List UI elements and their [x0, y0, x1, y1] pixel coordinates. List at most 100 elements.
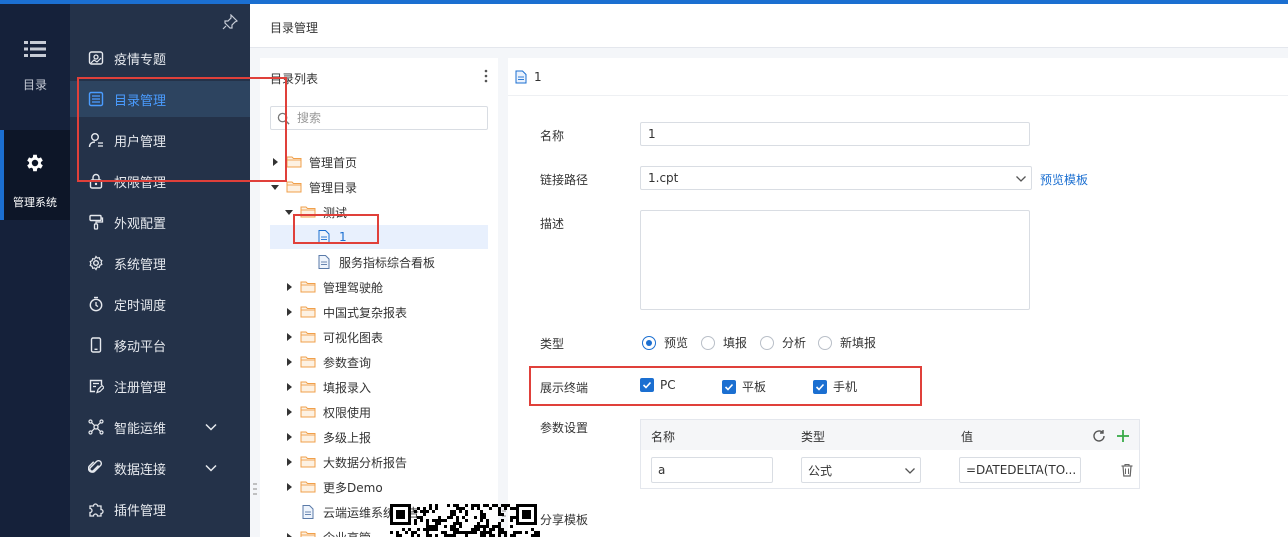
- menu-item-data-connection[interactable]: 数据连接: [70, 450, 250, 486]
- param-name-value: a: [658, 463, 666, 477]
- list-icon: [24, 41, 46, 57]
- share-template-label: 分享模板: [540, 513, 589, 527]
- menu-item-label: 数据连接: [114, 462, 167, 478]
- checkbox-label: 手机: [833, 380, 858, 394]
- tree-item-label: 多级上报: [323, 430, 372, 445]
- caret-right-icon[interactable]: [282, 430, 296, 444]
- tree-search-input[interactable]: [297, 110, 477, 126]
- refresh-icon[interactable]: [1092, 429, 1106, 443]
- caret-right-icon[interactable]: [282, 405, 296, 419]
- tree-item-label: 权限使用: [323, 405, 372, 420]
- menu-item-label: 智能运维: [114, 421, 167, 437]
- menu-item-scheduler[interactable]: 定时调度: [70, 286, 250, 322]
- caret-right-icon[interactable]: [282, 330, 296, 344]
- param-label: 参数设置: [540, 421, 589, 435]
- tree-folder-item[interactable]: 填报录入: [282, 375, 371, 399]
- param-type-value: 公式: [808, 463, 833, 478]
- radio-button: [760, 335, 774, 350]
- menu-item-registration[interactable]: 注册管理: [70, 368, 250, 404]
- caret-right-icon[interactable]: [282, 305, 296, 319]
- trash-icon[interactable]: [1120, 463, 1134, 477]
- param-table-header: 名称 类型 值: [641, 420, 1139, 450]
- tree-folder-item[interactable]: 大数据分析报告: [282, 450, 407, 474]
- caret-down-icon[interactable]: [282, 205, 296, 219]
- catalog-icon: [88, 91, 104, 107]
- preview-template-link[interactable]: 预览模板: [1040, 171, 1088, 188]
- folder-icon: [300, 280, 316, 294]
- type-radio-new-fill[interactable]: 新填报: [818, 334, 876, 351]
- menu-item-epidemic[interactable]: 疫情专题: [70, 40, 250, 76]
- caret-right-icon[interactable]: [282, 455, 296, 469]
- tree-folder-item[interactable]: 测试: [282, 200, 347, 224]
- param-name-input[interactable]: a: [651, 457, 773, 483]
- radio-button: [818, 335, 832, 350]
- menu-item-system[interactable]: 系统管理: [70, 245, 250, 281]
- tree-folder-item[interactable]: 可视化图表: [282, 325, 383, 349]
- path-value: 1.cpt: [648, 171, 679, 185]
- checkbox-label: PC: [660, 378, 676, 392]
- type-radio-preview[interactable]: 预览: [642, 334, 688, 351]
- drag-handle-icon[interactable]: [253, 482, 257, 496]
- menu-item-plugins[interactable]: 插件管理: [70, 491, 250, 527]
- menu-item-ops[interactable]: 智能运维: [70, 409, 250, 445]
- description-textarea[interactable]: [640, 210, 1030, 310]
- menu-item-users[interactable]: 用户管理: [70, 122, 250, 158]
- chevron-down-icon: [1016, 176, 1026, 182]
- tree-folder-item[interactable]: 企业高管: [282, 525, 371, 537]
- caret-right-icon[interactable]: [268, 155, 282, 169]
- radio-button: [701, 335, 715, 350]
- caret-right-icon[interactable]: [282, 280, 296, 294]
- menu-item-mobile[interactable]: 移动平台: [70, 327, 250, 363]
- type-radio-analysis[interactable]: 分析: [760, 334, 806, 351]
- path-select[interactable]: 1.cpt: [640, 166, 1032, 190]
- menu-item-appearance[interactable]: 外观配置: [70, 204, 250, 240]
- menu-item-label: 系统管理: [114, 257, 167, 273]
- tree-folder-item[interactable]: 更多Demo: [282, 475, 383, 499]
- tree-folder-item[interactable]: 多级上报: [282, 425, 371, 449]
- tree-folder-item[interactable]: 参数查询: [282, 350, 371, 374]
- tree-item-label: 参数查询: [323, 355, 372, 370]
- tree-folder-item[interactable]: 中国式复杂报表: [282, 300, 407, 324]
- type-radio-fill[interactable]: 填报: [701, 334, 747, 351]
- tree-folder-item[interactable]: 管理目录: [268, 175, 357, 199]
- tree-file-item[interactable]: 服务指标综合看板: [298, 250, 435, 274]
- pin-icon[interactable]: [222, 14, 238, 30]
- folder-open-icon: [286, 180, 302, 194]
- tree-folder-item[interactable]: 管理首页: [268, 150, 357, 174]
- register-icon: [89, 379, 104, 394]
- add-icon[interactable]: [1116, 429, 1130, 443]
- more-vertical-icon[interactable]: [484, 68, 488, 84]
- tree-item-label: 填报录入: [323, 380, 372, 395]
- terminal-checkbox-tablet[interactable]: 平板: [722, 378, 766, 395]
- tree-folder-item[interactable]: 管理驾驶舱: [282, 275, 383, 299]
- tree-item-label: 测试: [323, 205, 348, 220]
- caret-right-icon[interactable]: [282, 355, 296, 369]
- rail-item-label: 目录: [22, 78, 47, 92]
- tree-item-label: 可视化图表: [323, 330, 384, 345]
- tree-folder-item[interactable]: 权限使用: [282, 400, 371, 424]
- rail-item-management[interactable]: 管理系统: [0, 130, 70, 220]
- folder-open-icon: [300, 205, 316, 219]
- menu-item-catalog[interactable]: 目录管理: [70, 81, 250, 117]
- tree-item-label: 中国式复杂报表: [323, 305, 408, 320]
- rail-item-directory[interactable]: 目录: [0, 40, 70, 110]
- menu-item-label: 用户管理: [114, 134, 167, 150]
- param-type-select[interactable]: 公式: [801, 457, 921, 483]
- detail-panel: 1 名称 1 链接路径 1.cpt 预览模板 描述 类型 预览 填报 分析 新填…: [508, 58, 1288, 537]
- detail-header: 1: [508, 58, 1288, 96]
- caret-right-icon[interactable]: [282, 530, 296, 537]
- caret-down-icon[interactable]: [268, 180, 282, 194]
- terminal-checkbox-pc[interactable]: PC: [640, 378, 676, 392]
- tree-file-item[interactable]: 1: [270, 225, 488, 249]
- menu-item-permissions[interactable]: 权限管理: [70, 163, 250, 199]
- terminal-checkbox-phone[interactable]: 手机: [813, 378, 857, 395]
- caret-right-icon[interactable]: [282, 480, 296, 494]
- param-value-input[interactable]: =DATEDELTA(TO...: [959, 457, 1081, 483]
- name-input[interactable]: 1: [640, 122, 1030, 146]
- caret-right-icon[interactable]: [282, 380, 296, 394]
- check-icon: [724, 383, 734, 391]
- app-rail: 目录 管理系统: [0, 4, 70, 537]
- name-label: 名称: [540, 129, 565, 143]
